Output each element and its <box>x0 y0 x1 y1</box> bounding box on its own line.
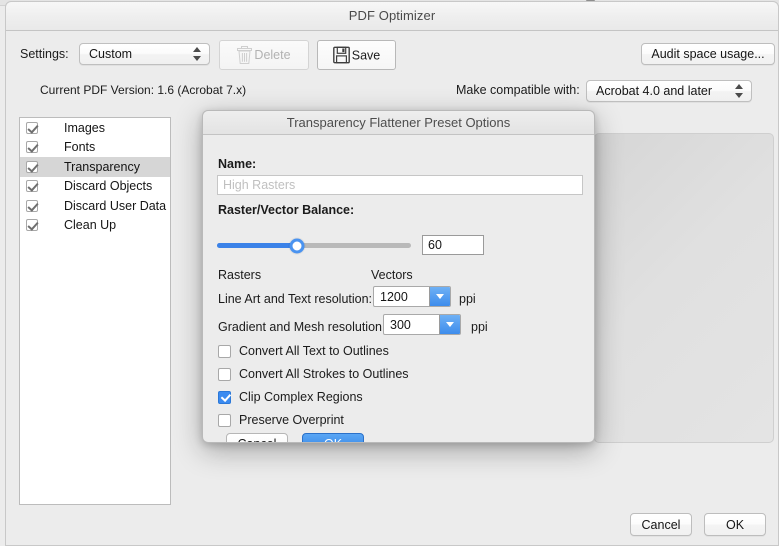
audit-space-usage-label: Audit space usage... <box>651 47 765 61</box>
settings-content-panel <box>594 133 774 443</box>
save-button-label: Save <box>351 48 381 62</box>
ok-button-label: OK <box>725 517 745 532</box>
dialog-body: Name: Raster/Vector Balance: Rasters Vec… <box>203 135 594 442</box>
raster-vector-balance-value-input[interactable] <box>422 235 484 255</box>
convert-text-to-outlines-row[interactable]: Convert All Text to Outlines <box>218 344 389 358</box>
floppy-disk-icon <box>332 46 350 64</box>
save-button[interactable]: Save <box>317 40 396 70</box>
list-item-transparency[interactable]: Transparency <box>20 157 170 177</box>
list-item[interactable]: Images <box>20 118 170 138</box>
list-item-label: Discard Objects <box>64 179 153 194</box>
gradient-mesh-resolution-label: Gradient and Mesh resolution: <box>218 320 386 334</box>
checkbox-discard-user-data[interactable] <box>26 199 38 212</box>
list-item-label: Discard User Data <box>64 198 167 213</box>
line-art-resolution-unit: ppi <box>459 292 476 306</box>
cancel-button[interactable]: Cancel <box>630 513 692 536</box>
checkbox-transparency[interactable] <box>26 160 38 173</box>
gradient-mesh-resolution-value: 300 <box>390 317 411 332</box>
raster-vector-balance-slider[interactable] <box>217 238 411 253</box>
make-compatible-label: Make compatible with: <box>456 83 580 97</box>
dialog-ok-button[interactable]: OK <box>302 433 364 443</box>
convert-strokes-to-outlines-row[interactable]: Convert All Strokes to Outlines <box>218 367 409 381</box>
audit-space-usage-button[interactable]: Audit space usage... <box>641 43 775 65</box>
gradient-mesh-resolution-unit: ppi <box>471 320 488 334</box>
vectors-label: Vectors <box>371 268 413 282</box>
convert-text-to-outlines-label: Convert All Text to Outlines <box>239 344 389 358</box>
list-item[interactable]: Discard User Data <box>20 196 170 216</box>
ok-button[interactable]: OK <box>704 513 766 536</box>
list-item[interactable]: Clean Up <box>20 216 170 236</box>
list-item-label: Clean Up <box>64 218 117 233</box>
make-compatible-value: Acrobat 4.0 and later <box>596 83 713 98</box>
cancel-button-label: Cancel <box>641 517 681 532</box>
line-art-resolution-combo[interactable]: 1200 <box>373 286 451 307</box>
window-title: PDF Optimizer <box>348 8 436 23</box>
chevron-down-icon[interactable] <box>429 287 450 306</box>
list-item-label: Fonts <box>64 140 96 155</box>
updown-chevron-icon <box>193 46 202 62</box>
delete-button[interactable]: Delete <box>219 40 309 70</box>
preserve-overprint-row[interactable]: Preserve Overprint <box>218 413 344 427</box>
clip-complex-regions-row[interactable]: Clip Complex Regions <box>218 390 363 404</box>
name-input[interactable] <box>217 175 583 195</box>
slider-fill <box>217 243 297 248</box>
list-item[interactable]: Discard Objects <box>20 177 170 197</box>
slider-thumb[interactable] <box>289 238 305 253</box>
rasters-label: Rasters <box>218 268 262 282</box>
line-art-resolution-value: 1200 <box>380 289 408 304</box>
delete-button-label: Delete <box>254 48 291 62</box>
chevron-down-icon[interactable] <box>439 315 460 334</box>
checkbox-preserve-overprint[interactable] <box>218 413 231 427</box>
gradient-mesh-resolution-combo[interactable]: 300 <box>383 314 461 335</box>
dialog-titlebar: Transparency Flattener Preset Options <box>203 111 594 135</box>
panel-list: Images Fonts Transparency Discard Object… <box>19 117 171 505</box>
checkbox-convert-strokes-to-outlines[interactable] <box>218 367 231 381</box>
settings-dropdown-value: Custom <box>89 46 133 61</box>
checkbox-images[interactable] <box>26 121 38 134</box>
pdf-optimizer-window: PDF Optimizer Settings: Custom Delete Sa… <box>5 1 779 546</box>
settings-label: Settings: <box>20 47 69 61</box>
checkbox-clip-complex-regions[interactable] <box>218 390 231 404</box>
raster-vector-balance-label: Raster/Vector Balance: <box>218 203 355 217</box>
trash-icon <box>237 46 253 64</box>
window-titlebar: PDF Optimizer <box>6 2 778 31</box>
convert-strokes-to-outlines-label: Convert All Strokes to Outlines <box>239 367 409 381</box>
updown-chevron-icon <box>735 83 744 99</box>
dialog-cancel-label: Cancel <box>238 437 277 443</box>
checkbox-clean-up[interactable] <box>26 219 38 232</box>
list-item-label: Transparency <box>64 159 140 174</box>
screen: PDF Optimizer Settings: Custom Delete Sa… <box>0 0 779 546</box>
name-label: Name: <box>218 157 257 171</box>
settings-dropdown[interactable]: Custom <box>79 43 210 65</box>
checkbox-discard-objects[interactable] <box>26 180 38 193</box>
dialog-title: Transparency Flattener Preset Options <box>286 115 511 130</box>
current-pdf-version-label: Current PDF Version: 1.6 (Acrobat 7.x) <box>40 83 247 97</box>
list-item-label: Images <box>64 120 105 135</box>
preserve-overprint-label: Preserve Overprint <box>239 413 344 427</box>
dialog-ok-label: OK <box>324 437 342 443</box>
line-art-resolution-label: Line Art and Text resolution: <box>218 292 373 306</box>
clip-complex-regions-label: Clip Complex Regions <box>239 390 363 404</box>
dialog-cancel-button[interactable]: Cancel <box>226 433 288 443</box>
transparency-flattener-dialog: Transparency Flattener Preset Options Na… <box>202 110 595 443</box>
list-item[interactable]: Fonts <box>20 138 170 158</box>
checkbox-convert-text-to-outlines[interactable] <box>218 344 231 358</box>
checkbox-fonts[interactable] <box>26 141 38 154</box>
make-compatible-dropdown[interactable]: Acrobat 4.0 and later <box>586 80 752 102</box>
